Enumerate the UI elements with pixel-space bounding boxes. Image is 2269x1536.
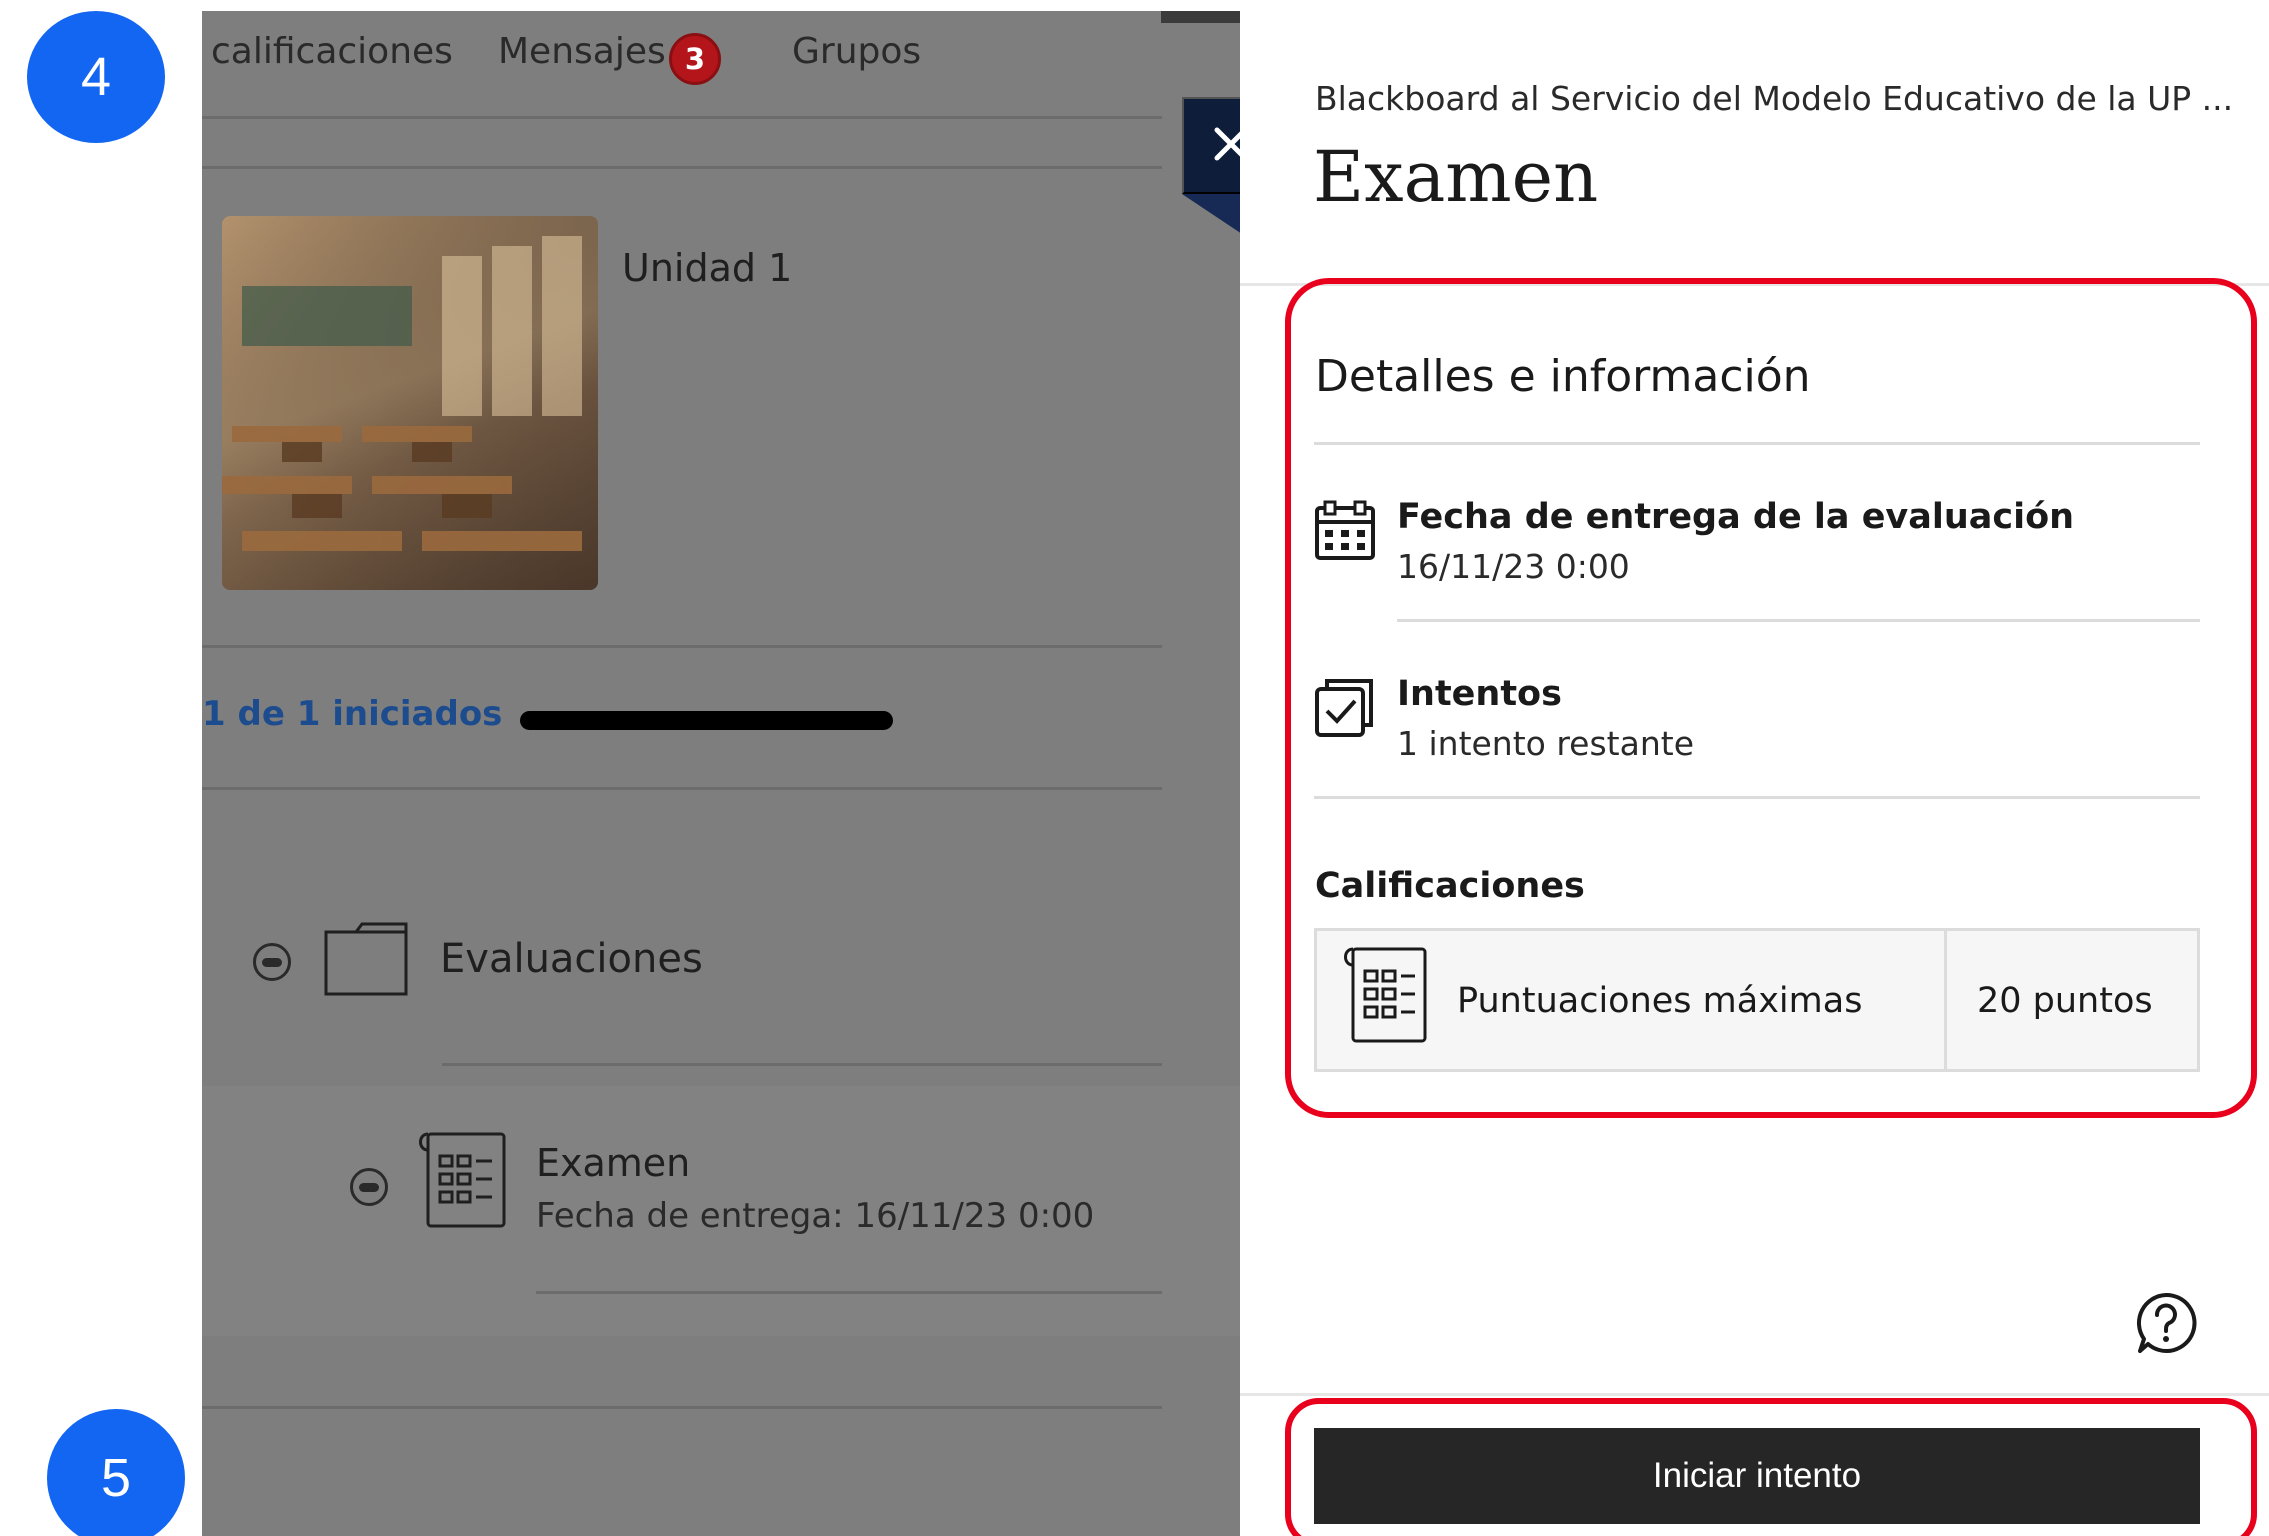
unit-cover-image — [222, 216, 598, 590]
divider — [1240, 1393, 2269, 1396]
folder-label: Evaluaciones — [440, 936, 703, 982]
exam-item-title: Examen — [536, 1141, 691, 1185]
unit-card[interactable]: Unidad 1 — [202, 166, 1162, 641]
page-title: Examen — [1313, 136, 1599, 218]
visibility-indicator — [350, 1168, 388, 1206]
divider — [202, 1406, 1162, 1409]
unit-progress-bar — [520, 711, 893, 730]
folder-item-evaluaciones[interactable]: Evaluaciones — [202, 836, 1162, 1066]
course-nav: calificaciones Mensajes 3 Grupos — [202, 11, 1162, 116]
divider — [536, 1291, 1162, 1294]
step-number-badge: 4 — [27, 11, 165, 143]
course-breadcrumb[interactable]: Blackboard al Servicio del Modelo Educat… — [1315, 79, 2233, 118]
nav-groups[interactable]: Grupos — [792, 31, 921, 72]
screenshot-root: calificaciones Mensajes 3 Grupos Unidad … — [0, 0, 2269, 1536]
visibility-indicator — [253, 943, 291, 981]
highlight-details-box — [1285, 278, 2257, 1118]
nav-grades[interactable]: calificaciones — [211, 31, 453, 72]
divider — [202, 787, 1162, 790]
unit-title: Unidad 1 — [622, 246, 793, 290]
folder-icon — [322, 918, 412, 1002]
close-button-tab — [1182, 194, 1242, 234]
help-icon[interactable] — [2134, 1291, 2198, 1355]
nav-messages[interactable]: Mensajes — [498, 31, 666, 72]
course-page-background: calificaciones Mensajes 3 Grupos Unidad … — [202, 11, 1240, 1536]
unit-progress-link[interactable]: 1 de 1 iniciados — [202, 694, 502, 734]
divider — [442, 1063, 1162, 1066]
divider — [202, 645, 1162, 648]
highlight-start-button — [1285, 1398, 2257, 1536]
messages-badge: 3 — [669, 33, 721, 85]
exam-item-due-date: Fecha de entrega: 16/11/23 0:00 — [536, 1196, 1095, 1236]
exam-item[interactable]: Examen Fecha de entrega: 16/11/23 0:00 — [202, 1086, 1240, 1336]
step-number-badge: 5 — [47, 1409, 185, 1536]
gradebook-icon — [416, 1128, 508, 1234]
divider — [202, 116, 1162, 119]
